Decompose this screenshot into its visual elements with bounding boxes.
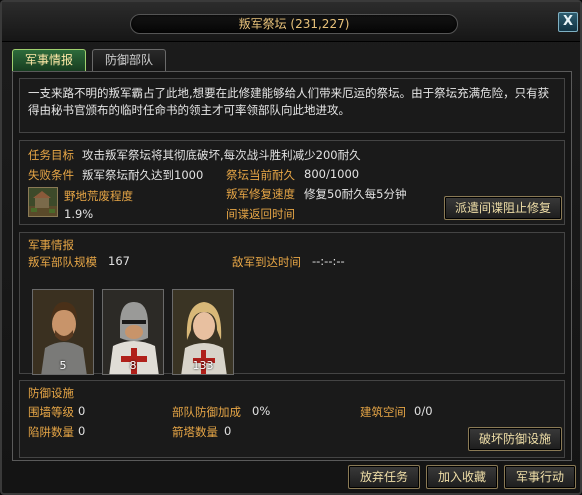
space-label: 建筑空间: [360, 405, 406, 419]
trap-label: 陷阱数量: [28, 425, 74, 439]
tower-label: 箭塔数量: [172, 425, 218, 439]
defense-header: 防御设施: [28, 386, 74, 400]
fail-label: 失败条件: [28, 168, 74, 182]
durability-label: 祭坛当前耐久: [226, 168, 295, 182]
arrival-label: 敌军到达时间: [232, 255, 301, 269]
wasteland-icon: [28, 187, 58, 217]
fail-text: 叛军祭坛耐久达到1000: [82, 168, 204, 182]
unit-count: 133: [192, 359, 214, 372]
goal-text: 攻击叛军祭坛将其彻底破坏,每次战斗胜利减少200耐久: [82, 148, 361, 162]
close-button[interactable]: X: [558, 12, 578, 32]
close-icon: X: [562, 14, 574, 29]
repair-label: 叛军修复速度: [226, 187, 295, 201]
tab-military-intel[interactable]: 军事情报: [12, 49, 86, 71]
intel-header: 军事情报: [28, 238, 74, 252]
tab-defense-troops[interactable]: 防御部队: [92, 49, 166, 71]
scale-value: 167: [108, 254, 130, 268]
destroy-defense-button[interactable]: 破坏防御设施: [468, 427, 562, 451]
wasteland-label: 野地荒废程度: [64, 189, 133, 203]
unit-count: 5: [59, 359, 67, 372]
tower-value: 0: [224, 424, 232, 438]
title-bar[interactable]: 叛军祭坛 (231,227) X: [2, 2, 580, 42]
intel-panel: 军事情报 叛军部队规模 167 敌军到达时间 --:--:-- 5 8 133: [19, 232, 565, 375]
unit-portrait[interactable]: 133: [172, 289, 234, 375]
defense-panel: 防御设施 围墙等级 0 部队防御加成 0% 建筑空间 0/0 陷阱数量 0 箭塔…: [19, 380, 565, 458]
military-action-button[interactable]: 军事行动: [504, 465, 576, 489]
durability-value: 800/1000: [304, 167, 360, 181]
mission-panel: 任务目标 攻击叛军祭坛将其彻底破坏,每次战斗胜利减少200耐久 失败条件 叛军祭…: [19, 140, 565, 225]
repair-value: 修复50耐久每5分钟: [304, 187, 407, 201]
add-favorite-button[interactable]: 加入收藏: [426, 465, 498, 489]
trap-value: 0: [78, 424, 86, 438]
tab-content: 一支来路不明的叛军霸占了此地,想要在此修建能够给人们带来厄运的祭坛。由于祭坛充满…: [12, 71, 572, 461]
window-title: 叛军祭坛 (231,227): [130, 14, 458, 34]
wall-value: 0: [78, 404, 86, 418]
goal-label: 任务目标: [28, 148, 74, 162]
altar-window: 叛军祭坛 (231,227) X 军事情报 防御部队 一支来路不明的叛军霸占了此…: [0, 0, 582, 495]
unit-portrait[interactable]: 8: [102, 289, 164, 375]
bonus-label: 部队防御加成: [172, 405, 241, 419]
space-value: 0/0: [414, 404, 433, 418]
unit-portrait[interactable]: 5: [32, 289, 94, 375]
unit-count: 8: [129, 359, 137, 372]
arrival-value: --:--:--: [312, 254, 345, 268]
abandon-mission-button[interactable]: 放弃任务: [348, 465, 420, 489]
wall-label: 围墙等级: [28, 405, 74, 419]
send-spy-button[interactable]: 派遣间谍阻止修复: [444, 196, 562, 220]
bonus-value: 0%: [252, 404, 271, 418]
description-text: 一支来路不明的叛军霸占了此地,想要在此修建能够给人们带来厄运的祭坛。由于祭坛充满…: [28, 86, 550, 117]
description-panel: 一支来路不明的叛军霸占了此地,想要在此修建能够给人们带来厄运的祭坛。由于祭坛充满…: [19, 78, 565, 133]
scale-label: 叛军部队规模: [28, 255, 97, 269]
wasteland-value: 1.9%: [64, 207, 94, 221]
spy-return-label: 间谍返回时间: [226, 207, 295, 221]
